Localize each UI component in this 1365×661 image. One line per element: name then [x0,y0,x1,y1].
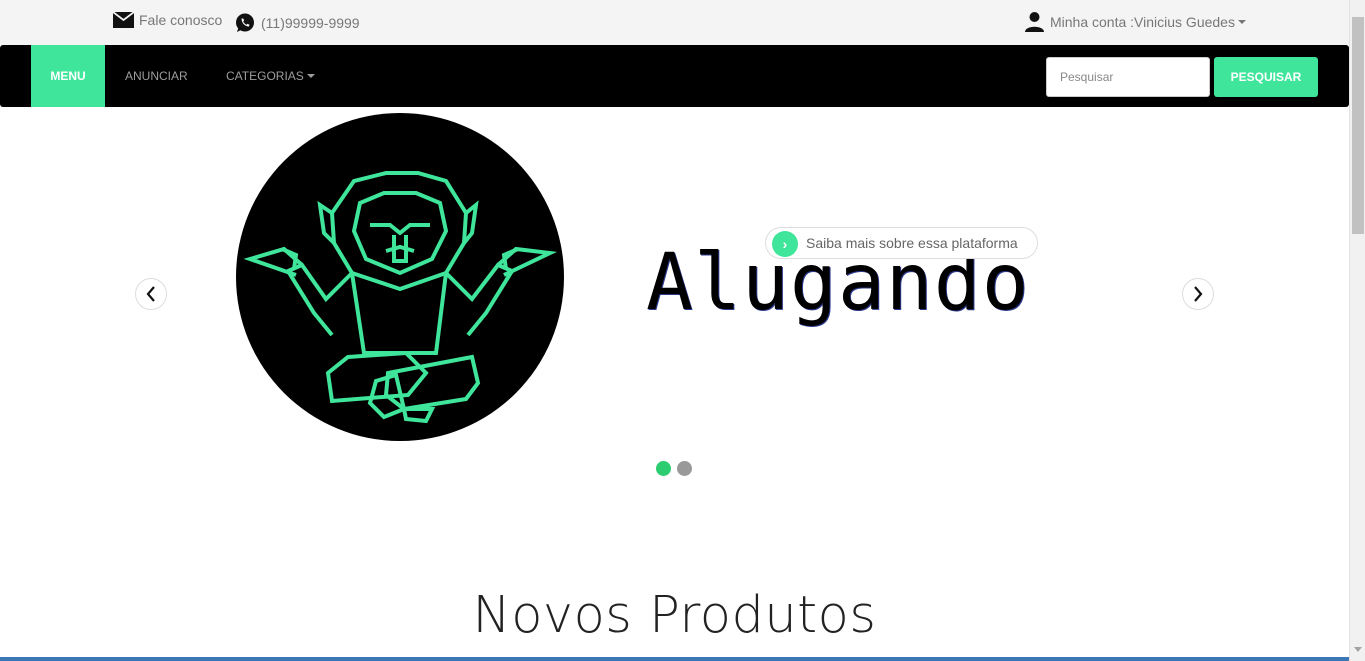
carousel-indicators [656,461,692,476]
contact-label: Fale conosco [139,12,223,28]
carousel-next-button[interactable] [1182,278,1214,310]
info-pill-label: Saiba mais sobre essa plataforma [806,235,1018,251]
taskbar-edge [0,657,1349,661]
phone-label: (11)99999-9999 [261,15,360,31]
whatsapp-icon [236,13,254,32]
search-button[interactable]: PESQUISAR [1214,57,1318,97]
info-pill-link[interactable]: › Saiba mais sobre essa plataforma [765,227,1038,259]
vertical-scrollbar[interactable] [1349,0,1365,661]
carousel-indicator-2[interactable] [677,461,692,476]
contact-link[interactable]: Fale conosco [113,12,222,28]
chevron-right-icon: › [772,231,798,257]
nav-menu[interactable]: MENU [31,45,105,107]
page: Fale conosco (11)99999-9999 Minha conta … [0,0,1365,661]
scroll-thumb[interactable] [1352,17,1364,234]
categorias-label: CATEGORIAS [226,69,304,83]
monkey-logo [236,113,564,441]
monkey-logo-icon [243,171,558,424]
chevron-down-icon [306,74,315,78]
section-title: Novos Produtos [472,586,877,645]
carousel-prev-button[interactable] [135,278,167,310]
nav-anunciar[interactable]: ANUNCIAR [125,45,188,107]
nav-categorias[interactable]: CATEGORIAS [226,45,315,107]
top-bar: Fale conosco (11)99999-9999 Minha conta … [0,0,1349,45]
search-input[interactable] [1046,57,1210,97]
whatsapp-link[interactable]: (11)99999-9999 [234,12,360,34]
carousel-indicator-1[interactable] [656,461,671,476]
hero-carousel: Alugando › Saiba mais sobre essa platafo… [0,107,1349,497]
account-label: Minha conta :Vinicius Guedes [1050,14,1235,30]
chevron-left-icon [146,286,155,302]
chevron-down-icon [1237,20,1246,24]
user-icon [1025,12,1044,32]
scroll-down-icon[interactable] [1354,647,1362,652]
mail-icon [113,12,134,28]
account-menu[interactable]: Minha conta :Vinicius Guedes [1024,12,1246,32]
chevron-right-icon [1194,286,1203,302]
